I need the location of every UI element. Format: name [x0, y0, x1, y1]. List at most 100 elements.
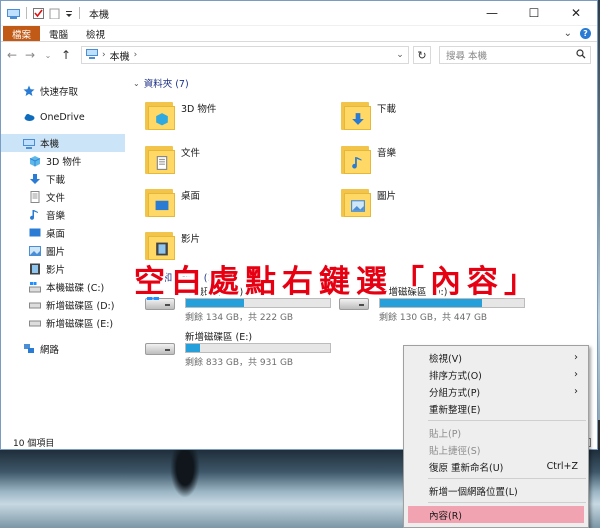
folder-documents[interactable]: 文件	[145, 142, 200, 176]
folders-group-header[interactable]: ⌄ 資料夾 (7)	[133, 76, 189, 91]
context-menu: 檢視(V) › 排序方式(O) › 分組方式(P) › 重新整理(E) 貼上(P) 貼…	[403, 345, 589, 528]
address-dropdown-icon[interactable]: ⌄	[392, 50, 408, 60]
title-bar: 本機 — ☐ ✕	[1, 1, 597, 26]
menu-item-label: 分組方式(P)	[429, 387, 481, 399]
instruction-overlay-text: 空白處點右鍵選「內容」	[134, 264, 541, 300]
help-icon[interactable]: ?	[580, 28, 591, 39]
menu-separator	[428, 420, 586, 421]
breadcrumb-item[interactable]: 本機	[110, 48, 130, 63]
menu-item-label: 排序方式(O)	[429, 370, 482, 382]
menu-item-refresh[interactable]: 重新整理(E)	[404, 400, 588, 417]
folder-icon	[145, 142, 175, 176]
menu-item-label: 貼上(P)	[429, 428, 462, 440]
nav-item-label: 本機磁碟 (C:)	[46, 283, 105, 294]
new-folder-icon[interactable]	[49, 8, 62, 19]
ribbon-tabs: 檔案 電腦 檢視 ⌄ ?	[1, 26, 597, 42]
nav-item-pictures[interactable]: 圖片	[1, 242, 125, 260]
nav-item-label: 音樂	[46, 211, 66, 222]
star-icon	[23, 85, 35, 97]
nav-item-drive-d[interactable]: 新增磁碟區 (D:)	[1, 296, 125, 314]
drive-icon	[143, 335, 177, 359]
folder-label: 3D 物件	[181, 104, 217, 115]
menu-separator	[428, 478, 586, 479]
nav-item-quick-access[interactable]: 快速存取	[1, 82, 125, 100]
recent-locations-chevron-icon[interactable]: ⌄	[41, 51, 55, 60]
chevron-down-icon[interactable]: ⌄	[133, 79, 140, 88]
tab-view[interactable]: 檢視	[77, 26, 114, 41]
tab-computer[interactable]: 電腦	[40, 26, 77, 41]
nav-item-label: 文件	[46, 193, 66, 204]
breadcrumb-chevron-icon[interactable]: ›	[102, 50, 106, 60]
menu-item-shortcut: Ctrl+Z	[546, 461, 578, 472]
explorer-app-icon	[7, 8, 20, 19]
nav-item-music[interactable]: 音樂	[1, 206, 125, 224]
menu-item-paste: 貼上(P)	[404, 424, 588, 441]
nav-gap	[1, 126, 125, 134]
nav-gap	[1, 100, 125, 108]
nav-item-label: 下載	[46, 175, 66, 186]
pc-icon	[86, 48, 98, 62]
drive-icon	[29, 317, 41, 329]
nav-item-network[interactable]: 網路	[1, 340, 125, 358]
customize-toolbar-icon[interactable]	[65, 8, 73, 19]
nav-item-desktop[interactable]: 桌面	[1, 224, 125, 242]
close-button[interactable]: ✕	[555, 1, 597, 26]
refresh-icon[interactable]: ↻	[413, 46, 431, 64]
menu-item-label: 復原 重新命名(U)	[429, 462, 504, 474]
menu-separator	[428, 502, 586, 503]
film-icon	[29, 263, 41, 275]
menu-item-label: 重新整理(E)	[429, 404, 481, 416]
document-icon	[29, 191, 41, 203]
menu-item-view[interactable]: 檢視(V) ›	[404, 349, 588, 366]
navigation-bar: ← → ⌄ ↑ › 本機 › ⌄ ↻ 搜尋 本機	[1, 42, 597, 68]
nav-item-label: 快速存取	[40, 87, 79, 98]
nav-item-this-pc[interactable]: 本機	[1, 134, 125, 152]
properties-icon[interactable]	[33, 7, 46, 19]
submenu-arrow-icon: ›	[574, 352, 578, 363]
nav-item-label: 桌面	[46, 229, 66, 240]
menu-item-add-network-location[interactable]: 新增一個網路位置(L)	[404, 482, 588, 499]
nav-item-documents[interactable]: 文件	[1, 188, 125, 206]
back-arrow-icon[interactable]: ←	[5, 48, 19, 62]
drive-e[interactable]: 新增磁碟區 (E:) 剩餘 833 GB，共 931 GB	[143, 329, 333, 368]
folder-icon	[341, 98, 371, 132]
search-input[interactable]: 搜尋 本機	[439, 46, 591, 64]
address-bar[interactable]: › 本機 › ⌄	[81, 46, 409, 64]
folder-icon	[145, 98, 175, 132]
menu-item-label: 內容(R)	[429, 510, 463, 522]
nav-item-label: 影片	[46, 265, 66, 276]
folder-label: 下載	[377, 104, 397, 115]
breadcrumb-chevron-icon[interactable]: ›	[134, 50, 138, 60]
maximize-button[interactable]: ☐	[513, 1, 555, 26]
menu-item-sort-by[interactable]: 排序方式(O) ›	[404, 366, 588, 383]
nav-item-label: 新增磁碟區 (E:)	[46, 319, 114, 330]
up-arrow-icon[interactable]: ↑	[59, 48, 73, 62]
navigation-pane: 快速存取 OneDrive 本機 3D 物件 下載 文件 音樂 桌面 圖片 影片…	[1, 70, 125, 435]
pc-icon	[23, 137, 35, 149]
nav-item-onedrive[interactable]: OneDrive	[1, 108, 125, 126]
forward-arrow-icon[interactable]: →	[23, 48, 37, 62]
drive-free-space: 剩餘 130 GB，共 447 GB	[379, 313, 488, 323]
tab-file[interactable]: 檔案	[3, 26, 41, 41]
minimize-button[interactable]: —	[471, 1, 513, 26]
nav-item-downloads[interactable]: 下載	[1, 170, 125, 188]
folder-icon	[145, 185, 175, 219]
folder-desktop[interactable]: 桌面	[145, 185, 200, 219]
nav-item-videos[interactable]: 影片	[1, 260, 125, 278]
menu-item-group-by[interactable]: 分組方式(P) ›	[404, 383, 588, 400]
nav-item-drive-c[interactable]: 本機磁碟 (C:)	[1, 278, 125, 296]
nav-item-3d-objects[interactable]: 3D 物件	[1, 152, 125, 170]
system-drive-icon	[29, 281, 41, 293]
nav-item-drive-e[interactable]: 新增磁碟區 (E:)	[1, 314, 125, 332]
folder-downloads[interactable]: 下載	[341, 98, 396, 132]
folder-pictures[interactable]: 圖片	[341, 185, 396, 219]
expand-ribbon-button[interactable]: ⌄	[564, 28, 572, 39]
nav-item-label: 新增磁碟區 (D:)	[46, 301, 115, 312]
submenu-arrow-icon: ›	[574, 369, 578, 380]
menu-item-undo-rename[interactable]: 復原 重新命名(U) Ctrl+Z	[404, 458, 588, 475]
folder-music[interactable]: 音樂	[341, 142, 396, 176]
picture-icon	[29, 245, 41, 257]
menu-item-properties[interactable]: 內容(R)	[408, 506, 584, 523]
menu-item-label: 貼上捷徑(S)	[429, 445, 481, 457]
folder-3d-objects[interactable]: 3D 物件	[145, 98, 216, 132]
